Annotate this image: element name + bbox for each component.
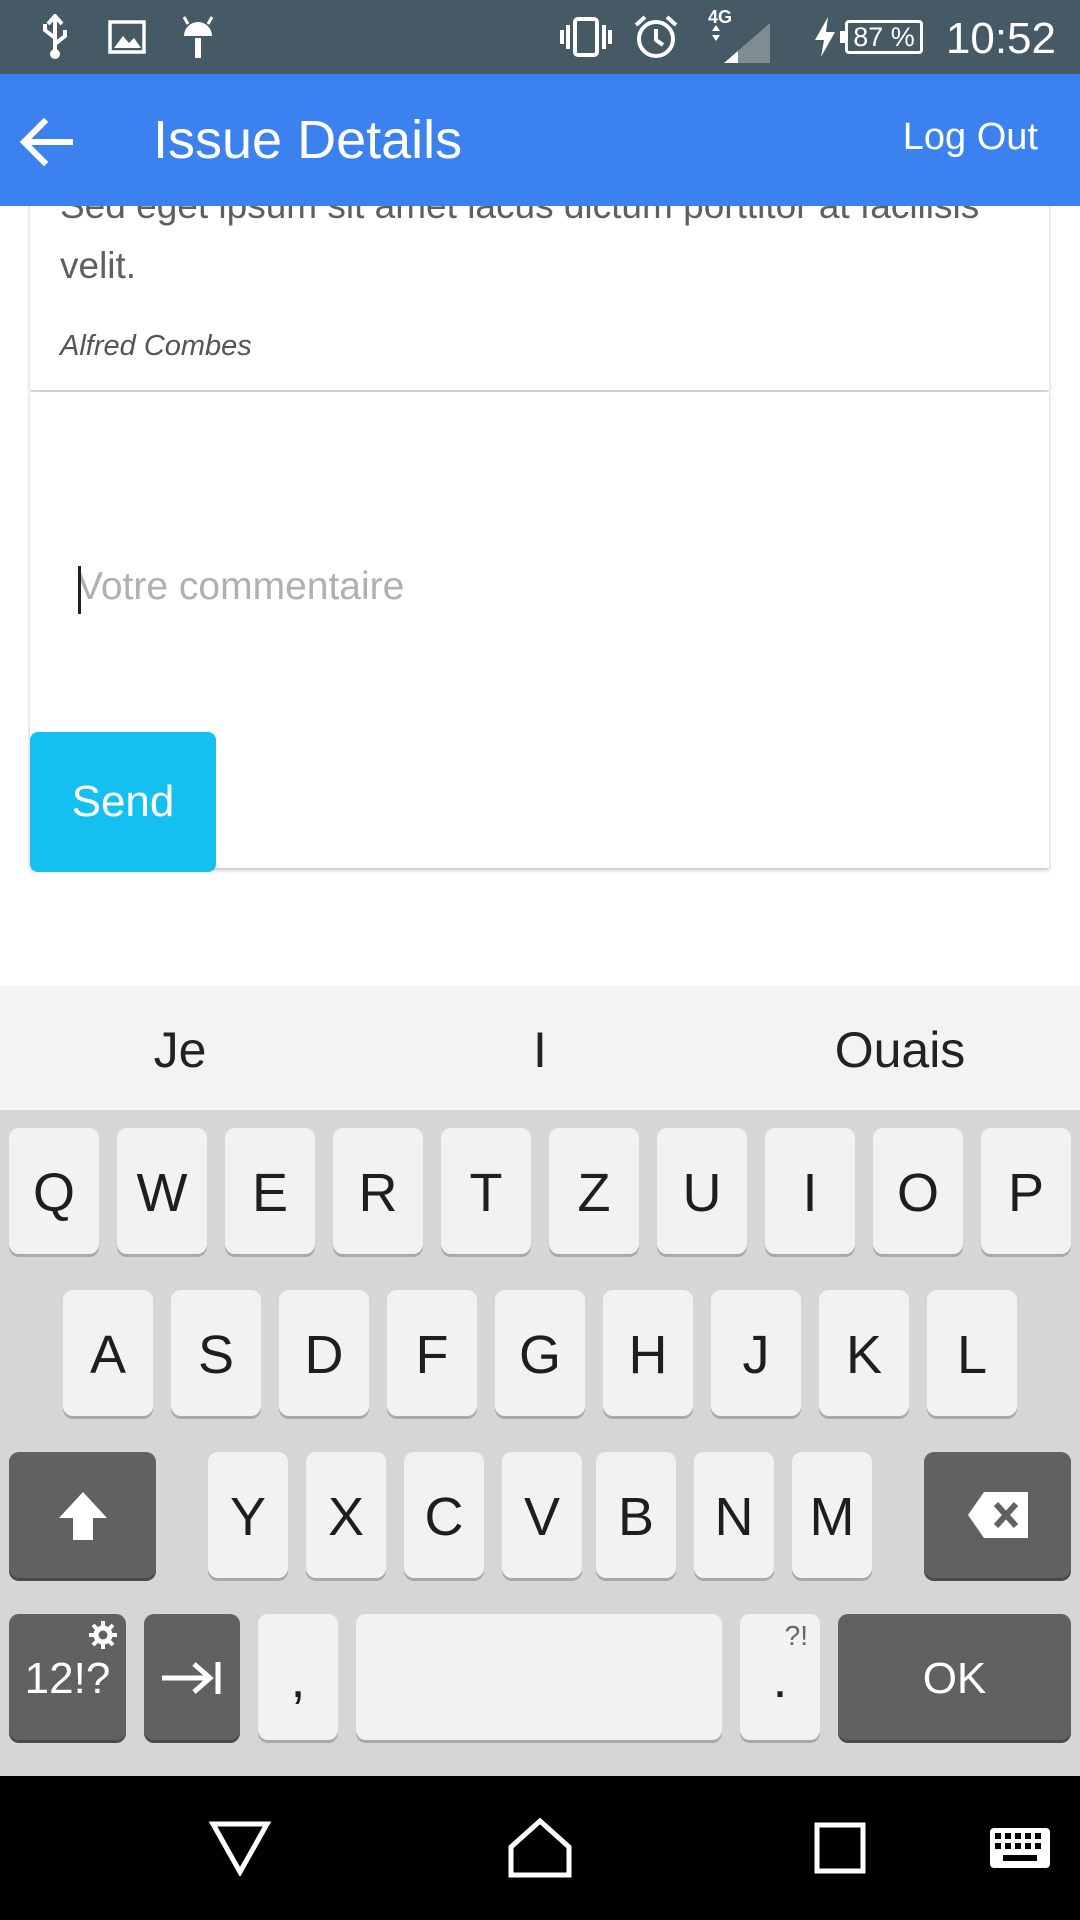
svg-text:4G: 4G xyxy=(708,7,732,27)
alarm-icon xyxy=(628,0,684,74)
logout-button[interactable]: Log Out xyxy=(903,74,1038,200)
signal-icon: 4G xyxy=(704,0,774,74)
key-b[interactable]: B xyxy=(596,1452,676,1578)
symbols-key[interactable]: 12!? xyxy=(9,1614,126,1740)
key-w[interactable]: W xyxy=(117,1128,207,1254)
backspace-icon xyxy=(967,1492,1028,1538)
key-q[interactable]: Q xyxy=(9,1128,99,1254)
back-triangle-icon[interactable] xyxy=(200,1776,280,1920)
recents-icon[interactable] xyxy=(800,1776,880,1920)
image-icon xyxy=(102,0,152,74)
comment-form: Votre commentaire Send xyxy=(30,392,1049,872)
comment-input-placeholder: Votre commentaire xyxy=(77,565,405,608)
key-h[interactable]: H xyxy=(603,1290,693,1416)
key-a[interactable]: A xyxy=(63,1290,153,1416)
key-k[interactable]: K xyxy=(819,1290,909,1416)
comma-key[interactable]: , xyxy=(258,1614,338,1740)
comment-author: Alfred Combes xyxy=(60,330,252,362)
keyboard-suggestions: Je I Ouais xyxy=(0,986,1080,1110)
keyboard-icon[interactable] xyxy=(980,1776,1060,1920)
period-key-alt: ?! xyxy=(784,1620,808,1651)
key-y[interactable]: Y xyxy=(208,1452,288,1578)
settings-gear-icon xyxy=(89,1621,117,1649)
charging-icon xyxy=(808,0,842,74)
ok-key[interactable]: OK xyxy=(838,1614,1071,1740)
comment-text: Sed eget ipsum sit amet lacus dictum por… xyxy=(60,206,979,286)
send-button[interactable]: Send xyxy=(30,732,216,872)
suggestion-3[interactable]: Ouais xyxy=(720,986,1080,1110)
usb-icon xyxy=(30,0,80,74)
key-j[interactable]: J xyxy=(711,1290,801,1416)
clock: 10:52 xyxy=(945,14,1056,63)
key-r[interactable]: R xyxy=(333,1128,423,1254)
suggestion-2[interactable]: I xyxy=(360,986,720,1110)
status-bar: 4G 87 % 10:52 xyxy=(0,0,1080,74)
space-key[interactable] xyxy=(356,1614,722,1740)
suggestion-1[interactable]: Je xyxy=(0,986,360,1110)
app-bar: Issue Details Log Out xyxy=(0,74,1080,206)
shift-arrow-icon xyxy=(58,1492,107,1540)
back-arrow-icon[interactable] xyxy=(10,104,86,180)
comment-card: Sed eget ipsum sit amet lacus dictum por… xyxy=(30,206,1049,390)
key-v[interactable]: V xyxy=(502,1452,582,1578)
issue-content[interactable]: Sed eget ipsum sit amet lacus dictum por… xyxy=(0,206,1080,986)
key-i[interactable]: I xyxy=(765,1128,855,1254)
period-key-label: . xyxy=(772,1649,788,1709)
tab-arrow-icon xyxy=(162,1662,221,1694)
key-t[interactable]: T xyxy=(441,1128,531,1254)
key-x[interactable]: X xyxy=(306,1452,386,1578)
key-d[interactable]: D xyxy=(279,1290,369,1416)
key-c[interactable]: C xyxy=(404,1452,484,1578)
key-n[interactable]: N xyxy=(694,1452,774,1578)
backspace-key[interactable] xyxy=(924,1452,1071,1578)
page-title: Issue Details xyxy=(153,110,463,170)
shift-key[interactable] xyxy=(9,1452,156,1578)
key-m[interactable]: M xyxy=(792,1452,872,1578)
key-e[interactable]: E xyxy=(225,1128,315,1254)
key-s[interactable]: S xyxy=(171,1290,261,1416)
key-o[interactable]: O xyxy=(873,1128,963,1254)
keyboard: Q W E R T Z U I O P A S D F G H J K L Y … xyxy=(0,1110,1080,1776)
key-l[interactable]: L xyxy=(927,1290,1017,1416)
comment-input[interactable]: Votre commentaire xyxy=(77,552,977,622)
key-p[interactable]: P xyxy=(981,1128,1071,1254)
text-caret xyxy=(78,566,81,614)
key-u[interactable]: U xyxy=(657,1128,747,1254)
home-icon[interactable] xyxy=(500,1776,580,1920)
key-f[interactable]: F xyxy=(387,1290,477,1416)
vibrate-icon xyxy=(556,0,616,74)
navigation-bar xyxy=(0,1776,1080,1920)
tab-key[interactable] xyxy=(144,1614,240,1740)
key-g[interactable]: G xyxy=(495,1290,585,1416)
period-key[interactable]: . ?! xyxy=(740,1614,820,1740)
key-z[interactable]: Z xyxy=(549,1128,639,1254)
android-icon xyxy=(172,0,224,74)
symbols-key-label: 12!? xyxy=(24,1654,111,1703)
battery-indicator: 87 % xyxy=(840,20,923,54)
